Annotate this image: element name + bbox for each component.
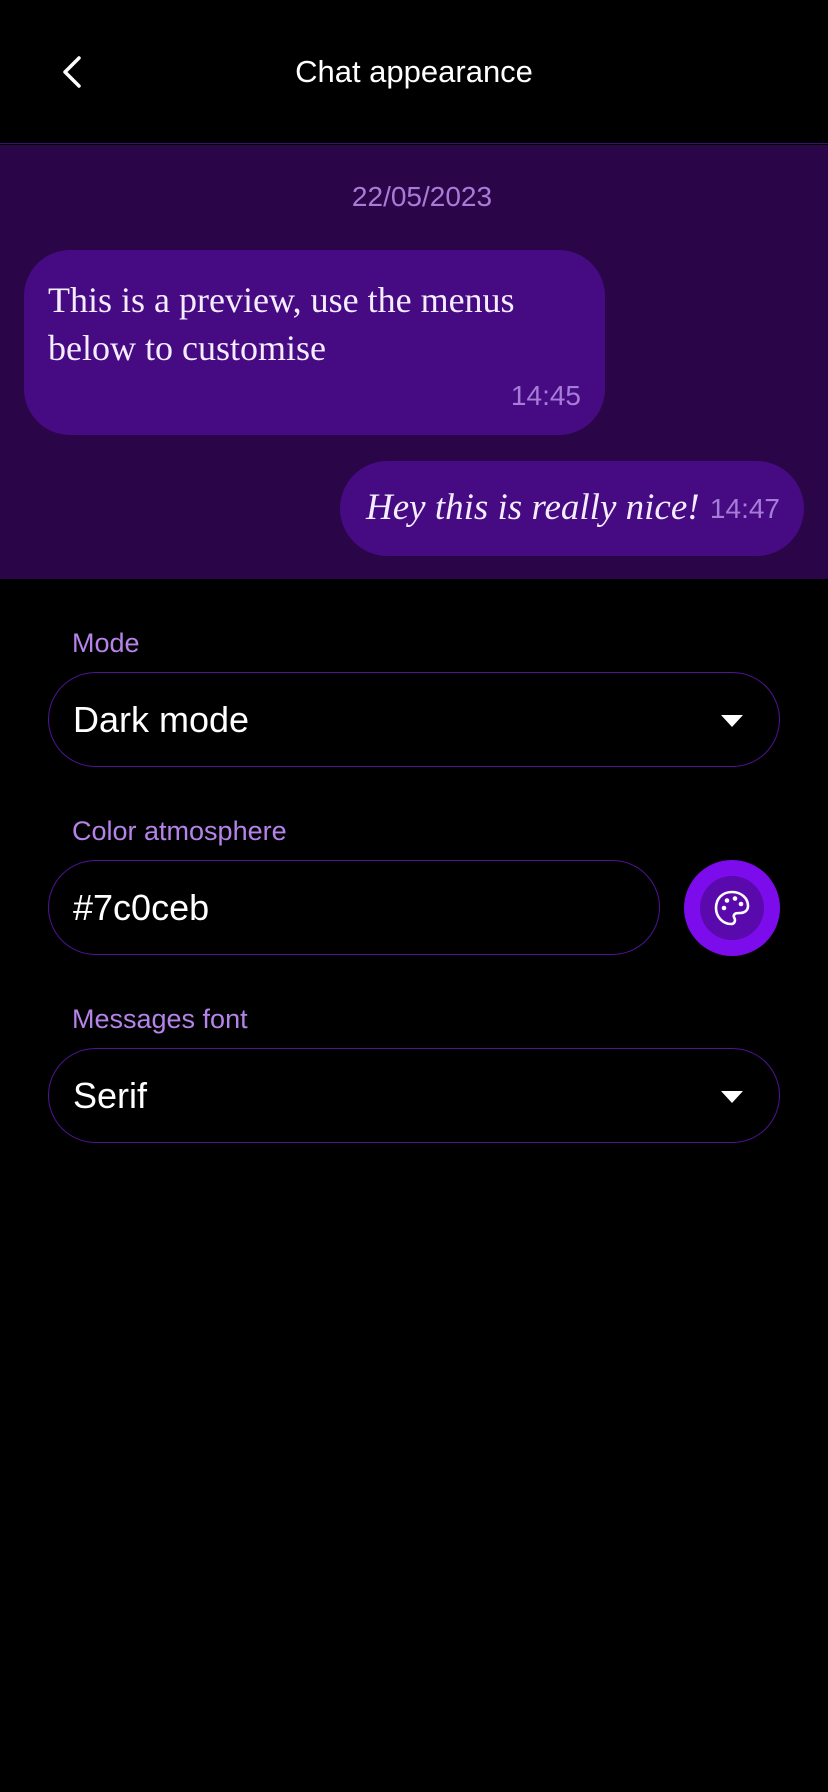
incoming-message-bubble: This is a preview, use the menus below t… <box>24 250 605 435</box>
top-app-bar: Chat appearance <box>0 0 828 144</box>
font-select-value: Serif <box>73 1075 148 1116</box>
color-hex-value: #7c0ceb <box>73 887 210 928</box>
page-title: Chat appearance <box>295 54 533 89</box>
mode-label: Mode <box>72 628 140 658</box>
font-select[interactable]: Serif <box>48 1048 780 1143</box>
outgoing-message-text: Hey this is really nice! <box>366 487 700 528</box>
color-picker-button[interactable] <box>684 860 780 956</box>
incoming-message-text: This is a preview, use the menus below t… <box>48 280 515 368</box>
palette-icon <box>714 890 750 926</box>
mode-select[interactable]: Dark mode <box>48 672 780 767</box>
color-atmosphere-label: Color atmosphere <box>72 816 287 846</box>
incoming-message-time: 14:45 <box>510 380 581 411</box>
dropdown-arrow-icon <box>721 1091 743 1103</box>
color-picker-inner <box>700 876 764 940</box>
color-hex-input[interactable]: #7c0ceb <box>48 860 660 955</box>
mode-select-value: Dark mode <box>73 699 250 740</box>
chat-date: 22/05/2023 <box>351 181 493 212</box>
chat-preview: 22/05/2023 This is a preview, use the me… <box>0 145 828 579</box>
outgoing-message-bubble: Hey this is really nice! 14:47 <box>340 461 804 556</box>
dropdown-arrow-icon <box>721 715 743 727</box>
messages-font-label: Messages font <box>72 1004 248 1034</box>
outgoing-message-time: 14:47 <box>709 493 780 524</box>
